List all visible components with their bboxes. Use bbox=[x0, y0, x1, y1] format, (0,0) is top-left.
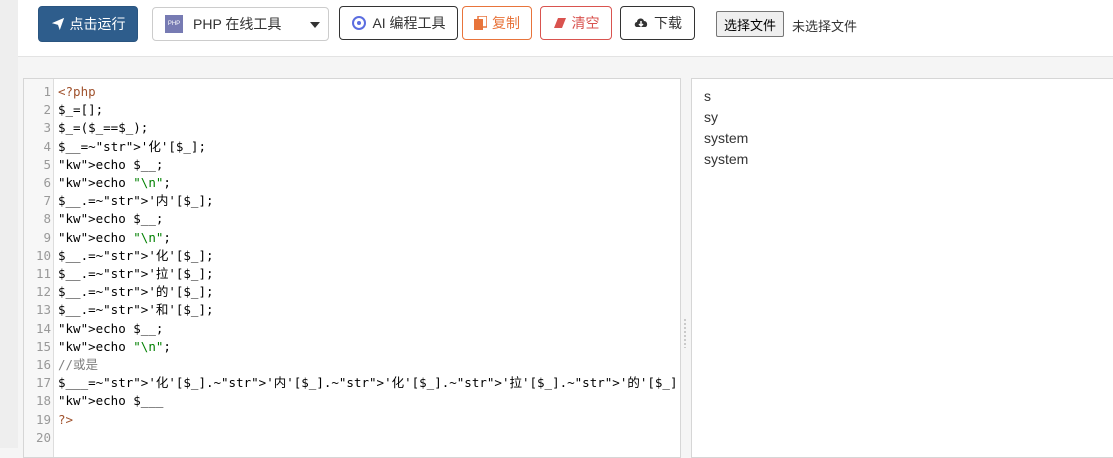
code-line: 18 "kw">echo $___ bbox=[24, 392, 680, 410]
eraser-icon bbox=[553, 18, 566, 28]
code-line: 12 $__.=~"str">'的'[$_]; bbox=[24, 283, 680, 301]
send-icon bbox=[51, 17, 64, 31]
line-number: 14 bbox=[35, 320, 51, 336]
output-line: system bbox=[704, 130, 749, 146]
code-text: "kw">echo $__; bbox=[58, 320, 164, 336]
toolbar: 点击运行 PHP PHP 在线工具 AI 编程工具 复制 清空 下载 选择文件 … bbox=[18, 0, 1113, 57]
copy-button[interactable]: 复制 bbox=[462, 6, 532, 40]
ai-icon bbox=[352, 16, 367, 30]
line-number: 13 bbox=[35, 302, 51, 318]
code-text: $___=~"str">'化'[$_].~"str">'内'[$_].~"str… bbox=[58, 375, 680, 391]
line-number: 3 bbox=[43, 120, 51, 136]
run-button-label: 点击运行 bbox=[69, 16, 126, 32]
code-line: 3 $_=($_==$_); bbox=[24, 119, 680, 137]
code-line: 8 "kw">echo $__; bbox=[24, 210, 680, 228]
code-line: 19 ?> bbox=[24, 411, 680, 429]
code-line: 16 //或是 bbox=[24, 356, 680, 374]
line-number: 5 bbox=[43, 156, 51, 172]
code-line: 10 $__.=~"str">'化'[$_]; bbox=[24, 247, 680, 265]
line-number: 10 bbox=[35, 247, 51, 263]
copy-icon bbox=[474, 16, 487, 30]
language-select[interactable]: PHP PHP 在线工具 bbox=[152, 7, 329, 41]
code-editor[interactable]: 1 <?php 2 $_=[]; 3 $_=($_==$_); 4 $__=~"str">'化… bbox=[23, 78, 681, 458]
code-text: $__.=~"str">'化'[$_]; bbox=[58, 247, 214, 263]
output-panel: s sy system system bbox=[691, 78, 1113, 458]
code-line: 5 "kw">echo $__; bbox=[24, 156, 680, 174]
code-line: 13 $__.=~"str">'和'[$_]; bbox=[24, 301, 680, 319]
code-text: "kw">echo $___ bbox=[58, 393, 164, 409]
line-number: 18 bbox=[35, 393, 51, 409]
code-line: 6 "kw">echo "\n"; bbox=[24, 174, 680, 192]
line-number: 15 bbox=[35, 338, 51, 354]
pane-resize-handle[interactable] bbox=[683, 318, 687, 348]
clear-button[interactable]: 清空 bbox=[540, 6, 612, 40]
clear-label: 清空 bbox=[571, 15, 600, 31]
line-number: 8 bbox=[43, 211, 51, 227]
code-text: $_=[]; bbox=[58, 102, 104, 118]
output-line: sy bbox=[704, 109, 718, 125]
left-margin bbox=[0, 0, 18, 448]
code-line: 9 "kw">echo "\n"; bbox=[24, 229, 680, 247]
code-text: "kw">echo $__; bbox=[58, 211, 164, 227]
ai-tool-button[interactable]: AI 编程工具 bbox=[339, 6, 458, 40]
code-text: "kw">echo $__; bbox=[58, 156, 164, 172]
copy-label: 复制 bbox=[492, 15, 520, 31]
line-number: 20 bbox=[35, 429, 51, 445]
php-icon: PHP bbox=[165, 15, 183, 33]
line-number: 1 bbox=[43, 84, 51, 99]
line-number: 7 bbox=[43, 193, 51, 209]
cloud-download-icon bbox=[634, 18, 648, 28]
code-line: 7 $__.=~"str">'内'[$_]; bbox=[24, 192, 680, 210]
code-text: $__.=~"str">'和'[$_]; bbox=[58, 302, 214, 318]
code-line: 1 <?php bbox=[24, 83, 680, 101]
line-number: 12 bbox=[35, 284, 51, 300]
line-number: 9 bbox=[43, 229, 51, 245]
line-number: 6 bbox=[43, 175, 51, 190]
output-line: system bbox=[704, 151, 749, 167]
language-select-label: PHP 在线工具 bbox=[193, 16, 282, 32]
line-number: 16 bbox=[35, 357, 51, 372]
code-text: $_=($_==$_); bbox=[58, 120, 149, 136]
code-line: 20 bbox=[24, 429, 680, 447]
code-line: 4 $__=~"str">'化'[$_]; bbox=[24, 138, 680, 156]
code-text: "kw">echo "\n"; bbox=[58, 229, 171, 245]
code-text: $__.=~"str">'拉'[$_]; bbox=[58, 266, 214, 281]
code-text: $__=~"str">'化'[$_]; bbox=[58, 138, 206, 154]
code-text: "kw">echo "\n"; bbox=[58, 338, 171, 354]
code-text: "kw">echo "\n"; bbox=[58, 175, 171, 190]
code-text: <?php bbox=[58, 84, 96, 99]
run-button[interactable]: 点击运行 bbox=[38, 6, 138, 42]
line-number: 4 bbox=[43, 138, 51, 154]
code-line: 11 $__.=~"str">'拉'[$_]; bbox=[24, 265, 680, 283]
code-text: ?> bbox=[58, 411, 74, 427]
ai-tool-label: AI 编程工具 bbox=[372, 15, 446, 31]
chevron-down-icon bbox=[310, 22, 320, 28]
code-line: 17 $___=~"str">'化'[$_].~"str">'内'[$_].~"s… bbox=[24, 374, 680, 392]
file-status: 未选择文件 bbox=[792, 19, 858, 34]
output-line: s bbox=[704, 88, 711, 104]
line-number: 2 bbox=[43, 102, 51, 118]
code-text: $__.=~"str">'内'[$_]; bbox=[58, 193, 214, 209]
choose-file-button[interactable]: 选择文件 bbox=[716, 11, 785, 37]
line-number: 19 bbox=[35, 411, 51, 427]
code-line: 15 "kw">echo "\n"; bbox=[24, 338, 680, 356]
code-line: 14 "kw">echo $__; bbox=[24, 320, 680, 338]
code-line: 2 $_=[]; bbox=[24, 101, 680, 119]
line-number: 11 bbox=[35, 266, 51, 281]
code-text: //或是 bbox=[58, 357, 99, 372]
download-button[interactable]: 下载 bbox=[620, 6, 695, 40]
code-text: $__.=~"str">'的'[$_]; bbox=[58, 284, 214, 300]
download-label: 下载 bbox=[654, 15, 682, 31]
line-number: 17 bbox=[35, 375, 51, 391]
